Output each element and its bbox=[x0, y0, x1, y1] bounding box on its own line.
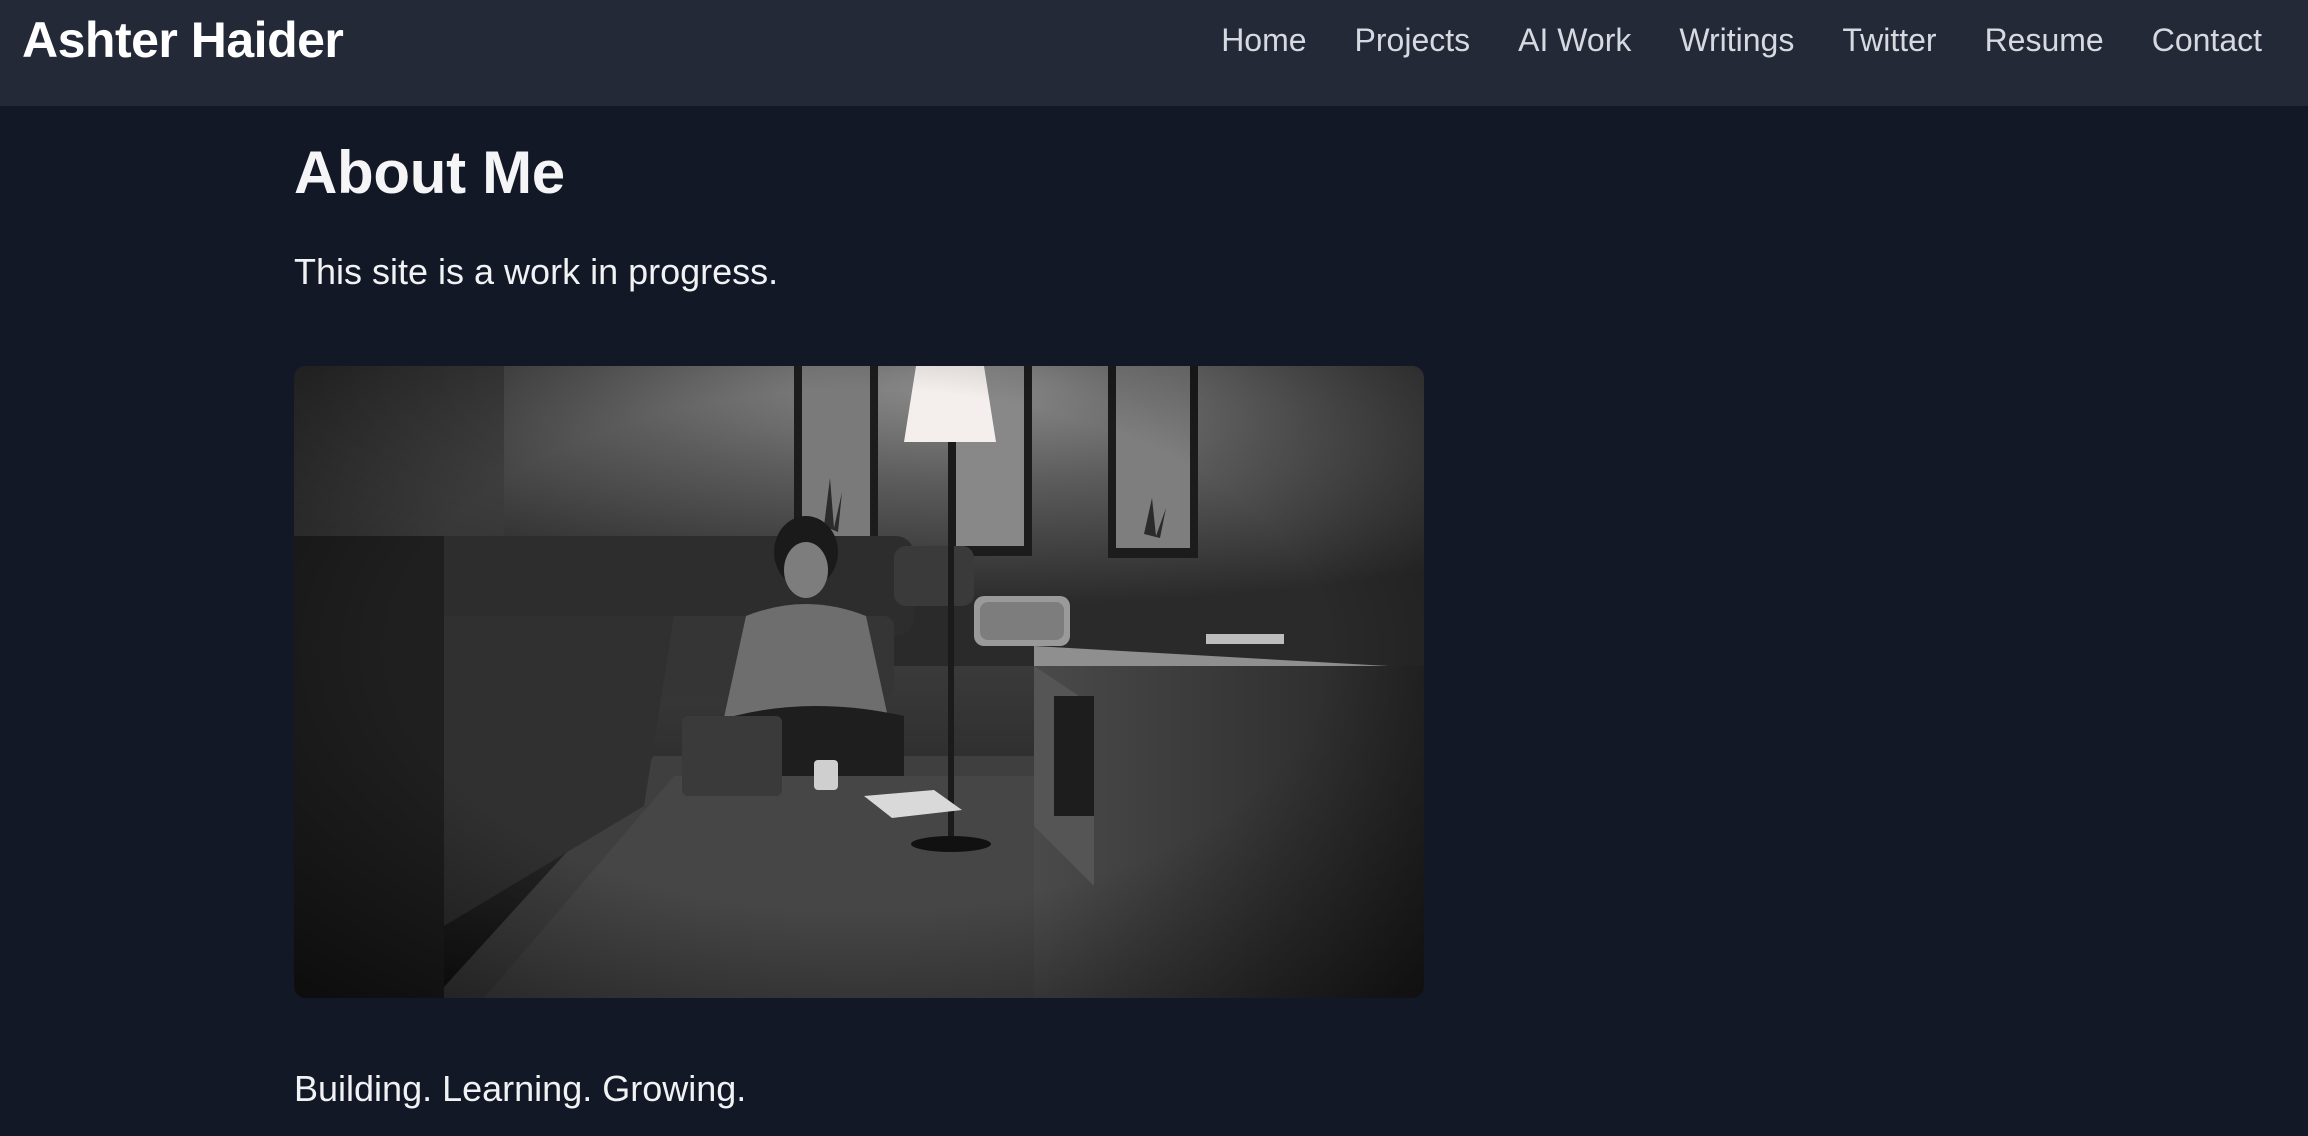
intro-text: This site is a work in progress. bbox=[294, 251, 779, 292]
site-brand[interactable]: Ashter Haider bbox=[22, 11, 344, 69]
nav-projects[interactable]: Projects bbox=[1355, 22, 1471, 59]
nav-writings[interactable]: Writings bbox=[1679, 22, 1794, 59]
nav-home[interactable]: Home bbox=[1221, 22, 1306, 59]
main-content: About Me This site is a work in progress… bbox=[294, 106, 1494, 1109]
profile-photo bbox=[294, 366, 1424, 998]
navbar: Ashter Haider Home Projects AI Work Writ… bbox=[0, 0, 2308, 106]
nav-resume[interactable]: Resume bbox=[1985, 22, 2104, 59]
nav-ai-work[interactable]: AI Work bbox=[1518, 22, 1631, 59]
page-title: About Me bbox=[294, 139, 565, 206]
tagline: Building. Learning. Growing. bbox=[294, 1068, 747, 1109]
nav-menu: Home Projects AI Work Writings Twitter R… bbox=[1173, 22, 2262, 59]
nav-contact[interactable]: Contact bbox=[2152, 22, 2262, 59]
nav-twitter[interactable]: Twitter bbox=[1842, 22, 1936, 59]
